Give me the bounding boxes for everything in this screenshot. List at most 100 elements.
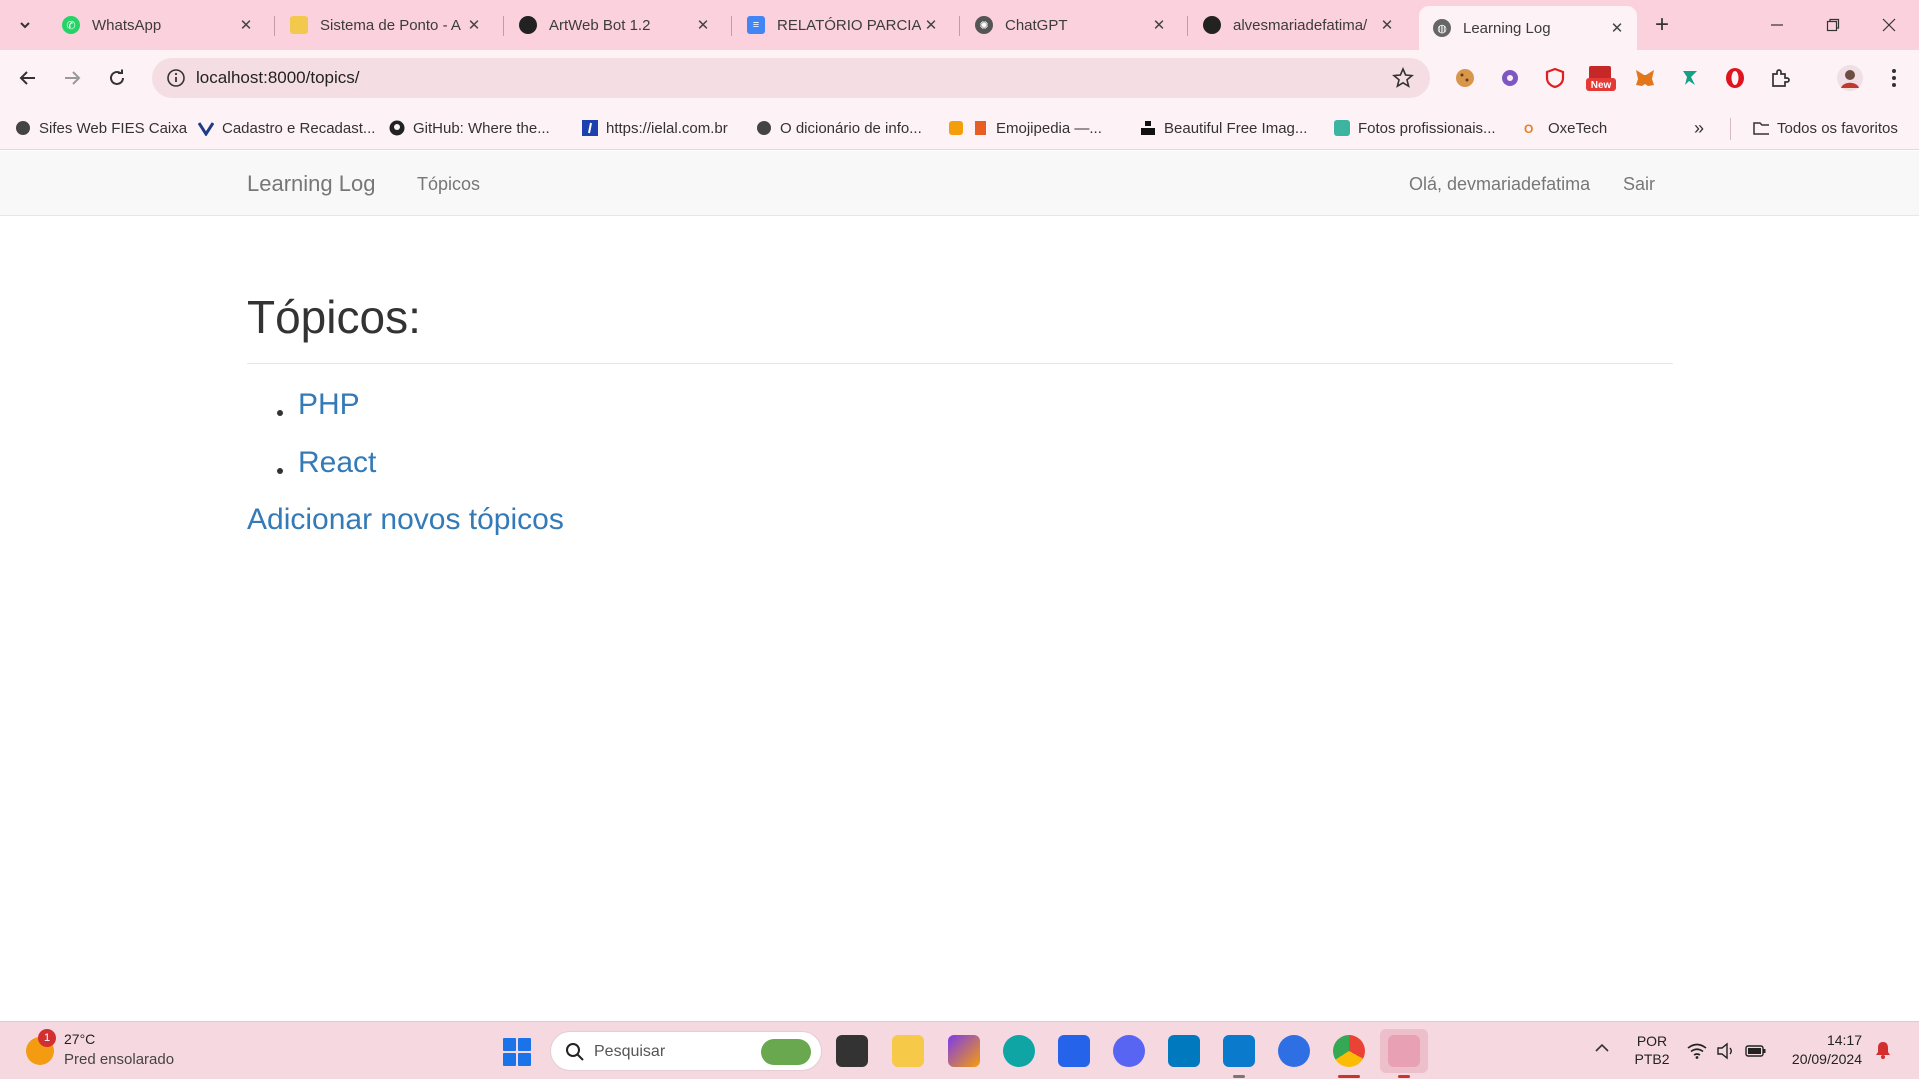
bookmark-label: https://ielal.com.br	[606, 119, 728, 137]
bookmark-item[interactable]: GitHub: Where the...	[389, 117, 550, 139]
opera-extension-icon[interactable]	[1723, 66, 1747, 90]
bookmarks-divider	[1730, 118, 1731, 140]
wifi-icon[interactable]	[1686, 1040, 1708, 1062]
task-view-icon[interactable]	[836, 1035, 868, 1067]
battery-icon[interactable]	[1745, 1040, 1767, 1062]
settings-app-icon[interactable]	[1278, 1035, 1310, 1067]
copilot-icon[interactable]	[948, 1035, 980, 1067]
v-logo-icon	[198, 120, 214, 136]
close-window-button[interactable]	[1866, 8, 1912, 42]
address-bar[interactable]: localhost:8000/topics/	[152, 58, 1430, 98]
svg-text:New: New	[1591, 80, 1612, 91]
tab-close-icon[interactable]: ✕	[1377, 16, 1397, 34]
oxetech-icon: O	[1524, 120, 1540, 136]
tab-close-icon[interactable]: ✕	[693, 16, 713, 34]
back-button[interactable]	[12, 62, 44, 94]
tab-close-icon[interactable]: ✕	[1607, 19, 1627, 37]
green-extension-icon[interactable]	[1678, 66, 1702, 90]
globe-icon	[15, 120, 31, 136]
bookmark-item[interactable]: Sifes Web FIES Caixa	[15, 117, 187, 139]
pexels-icon	[1334, 120, 1350, 136]
tab-close-icon[interactable]: ✕	[1149, 16, 1169, 34]
volume-icon[interactable]	[1715, 1040, 1737, 1062]
tab-relatorio-parcial[interactable]: ≡ RELATÓRIO PARCIAL ✕	[733, 8, 951, 42]
notification-bell-icon[interactable]	[1874, 1040, 1892, 1065]
new-badge-extension-icon[interactable]: New	[1586, 66, 1616, 91]
puzzle-gear-extension-icon[interactable]	[1498, 66, 1522, 90]
running-indicator	[1398, 1075, 1410, 1078]
add-topic-link[interactable]: Adicionar novos tópicos	[247, 503, 564, 537]
nav-logout-link[interactable]: Sair	[1623, 174, 1655, 195]
emojipedia-icon	[948, 120, 964, 136]
bullet	[277, 468, 283, 474]
tab-close-icon[interactable]: ✕	[921, 16, 941, 34]
site-info-icon[interactable]	[166, 68, 186, 88]
vscode-icon[interactable]	[1223, 1035, 1255, 1067]
header-divider	[247, 363, 1673, 364]
reload-button[interactable]	[101, 62, 133, 94]
tab-sistema-de-ponto[interactable]: Sistema de Ponto - A ✕	[276, 8, 494, 42]
bookmark-item[interactable]: O dicionário de info...	[756, 117, 922, 139]
bookmark-item[interactable]: Emojipedia —...	[948, 117, 1102, 139]
tab-title: ChatGPT	[1005, 16, 1068, 34]
tab-close-icon[interactable]: ✕	[236, 16, 256, 34]
nav-greeting-link[interactable]: Olá, devmariadefatima	[1409, 174, 1590, 195]
bookmark-item[interactable]: O OxeTech	[1524, 117, 1607, 139]
snipping-tool-icon[interactable]	[1388, 1035, 1420, 1067]
tab-close-icon[interactable]: ✕	[464, 16, 484, 34]
more-bookmarks-button[interactable]: »	[1694, 117, 1704, 139]
start-button[interactable]	[503, 1038, 531, 1066]
microsoft-store-icon[interactable]	[1058, 1035, 1090, 1067]
ponto-icon	[290, 16, 308, 34]
tray-overflow-chevron-icon[interactable]	[1594, 1040, 1610, 1061]
all-bookmarks-button[interactable]: Todos os favoritos	[1753, 117, 1898, 139]
search-placeholder: Pesquisar	[594, 1043, 666, 1060]
google-docs-icon: ≡	[747, 16, 765, 34]
windows-taskbar: 1 27°C Pred ensolarado Pesquisar POR PTB…	[0, 1021, 1919, 1079]
bookmark-label: Cadastro e Recadast...	[222, 119, 376, 137]
arrow-right-icon	[65, 71, 81, 85]
chrome-icon[interactable]	[1333, 1035, 1365, 1067]
github-icon	[1203, 16, 1221, 34]
bookmark-item[interactable]: Cadastro e Recadast...	[198, 117, 375, 139]
topic-link[interactable]: React	[298, 446, 376, 480]
language-indicator[interactable]: POR PTB2	[1632, 1032, 1672, 1068]
bookmark-label: Sifes Web FIES Caixa	[39, 119, 188, 137]
tab-github[interactable]: alvesmariadefatima/ ✕	[1189, 8, 1407, 42]
restore-button[interactable]	[1810, 8, 1856, 42]
bookmark-label: GitHub: Where the...	[413, 119, 550, 137]
minimize-button[interactable]	[1754, 8, 1800, 42]
profile-avatar[interactable]	[1836, 64, 1864, 92]
tab-learning-log[interactable]: ◍ Learning Log ✕	[1419, 6, 1637, 50]
folder-icon	[1753, 120, 1769, 136]
forward-button[interactable]	[56, 62, 88, 94]
bookmark-item[interactable]: https://ielal.com.br	[582, 117, 728, 139]
trello-icon[interactable]	[1168, 1035, 1200, 1067]
tab-whatsapp[interactable]: ✆ WhatsApp ✕	[48, 8, 266, 42]
url-text[interactable]: localhost:8000/topics/	[196, 68, 360, 88]
globe-icon	[756, 120, 772, 136]
discord-icon[interactable]	[1113, 1035, 1145, 1067]
metamask-fox-icon[interactable]	[1633, 66, 1657, 90]
edge-icon[interactable]	[1003, 1035, 1035, 1067]
clock[interactable]: 14:17 20/09/2024	[1786, 1031, 1862, 1069]
new-tab-button[interactable]: +	[1648, 12, 1676, 40]
bookmark-item[interactable]: Fotos profissionais...	[1334, 117, 1496, 139]
shield-extension-icon[interactable]	[1543, 66, 1567, 90]
file-explorer-icon[interactable]	[892, 1035, 924, 1067]
double-chevron-right-icon: »	[1694, 117, 1705, 138]
tab-divider	[731, 16, 732, 36]
tab-divider	[274, 16, 275, 36]
site-brand-link[interactable]: Learning Log	[247, 171, 375, 197]
bookmark-item[interactable]: Beautiful Free Imag...	[1140, 117, 1307, 139]
nav-topics-link[interactable]: Tópicos	[417, 174, 480, 195]
topic-link[interactable]: PHP	[298, 388, 360, 422]
bookmark-star-icon[interactable]	[1392, 67, 1414, 89]
taskbar-search[interactable]: Pesquisar	[550, 1031, 822, 1071]
cookie-extension-icon[interactable]	[1453, 66, 1477, 90]
tab-chatgpt[interactable]: ✺ ChatGPT ✕	[961, 8, 1179, 42]
extensions-puzzle-icon[interactable]	[1768, 66, 1792, 90]
menu-kebab-icon[interactable]	[1882, 66, 1906, 90]
tab-search-button[interactable]	[10, 10, 40, 40]
tab-artweb-bot[interactable]: ArtWeb Bot 1.2 ✕	[505, 8, 723, 42]
